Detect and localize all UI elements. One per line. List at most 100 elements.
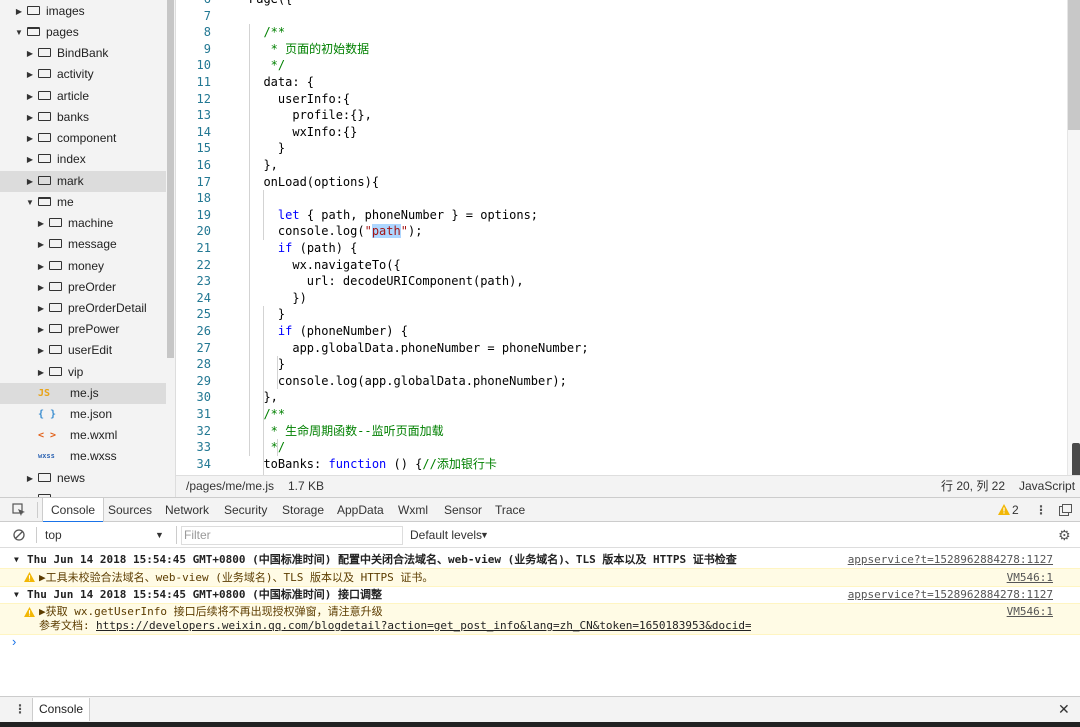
code-line[interactable]: userInfo:{ <box>249 91 350 108</box>
tab-wxml[interactable]: Wxml <box>398 498 428 522</box>
code-line[interactable]: console.log("path"); <box>249 223 422 240</box>
tab-security[interactable]: Security <box>224 498 267 522</box>
cursor-position[interactable]: 行 20, 列 22 <box>941 476 1005 497</box>
chevron-right-icon[interactable]: ▶ <box>36 298 46 319</box>
code-editor[interactable]: 6 Page({7 8 /** 9 * 页面的初始数据 10 */ 11 data: {1… <box>176 0 1080 475</box>
tab-appdata[interactable]: AppData <box>337 498 384 522</box>
tree-file[interactable]: < > me.wxml <box>0 425 166 446</box>
tab-trace[interactable]: Trace <box>495 498 525 522</box>
console-source-link[interactable]: VM546:1 <box>1007 604 1053 619</box>
tab-storage[interactable]: Storage <box>282 498 324 522</box>
tree-folder[interactable]: ▶ index <box>0 149 166 170</box>
tree-folder[interactable]: ▶ prePower <box>0 319 166 340</box>
tree-file[interactable]: JS me.js <box>0 383 166 404</box>
tree-folder[interactable]: ▶ images <box>0 1 166 22</box>
tree-folder[interactable]: ▶ vip <box>0 362 166 383</box>
console-source-link[interactable]: appservice?t=1528962884278:1127 <box>848 586 1053 603</box>
console-source-link[interactable]: appservice?t=1528962884278:1127 <box>848 551 1053 568</box>
log-levels-dropdown[interactable]: Default levels <box>410 522 482 548</box>
reference-doc-link[interactable]: https://developers.weixin.qq.com/blogdet… <box>96 618 751 633</box>
log-levels-dropdown-icon[interactable]: ▼ <box>480 522 489 548</box>
tree-folder[interactable]: ▶ userEdit <box>0 340 166 361</box>
warning-icon[interactable] <box>998 504 1010 515</box>
drawer-menu-icon[interactable]: ⋮ <box>14 697 26 722</box>
code-line[interactable]: }) <box>249 290 306 307</box>
console-group-header[interactable]: ▼ Thu Jun 14 2018 15:54:45 GMT+0800 (中国标… <box>0 586 1080 604</box>
code-line[interactable]: let { path, phoneNumber } = options; <box>249 207 538 224</box>
code-line[interactable]: Page({ <box>249 0 292 8</box>
code-line[interactable]: */ <box>249 57 285 74</box>
editor-scroll-thumb[interactable] <box>1068 0 1080 130</box>
tree-folder[interactable]: ▶ mark <box>0 171 166 192</box>
chevron-right-icon[interactable]: ▶ <box>36 256 46 277</box>
code-line[interactable]: onLoad(options){ <box>249 174 379 191</box>
chevron-right-icon[interactable]: ▶ <box>25 149 35 170</box>
chevron-right-icon[interactable]: ▶ <box>25 468 35 489</box>
chevron-right-icon[interactable]: ▶ <box>25 43 35 64</box>
filter-input[interactable]: Filter <box>181 526 403 545</box>
close-drawer-icon[interactable]: ✕ <box>1058 697 1070 722</box>
context-selector[interactable]: top <box>45 522 62 548</box>
chevron-right-icon[interactable]: ▶ <box>14 1 24 22</box>
code-line[interactable]: } <box>249 356 285 373</box>
chevron-right-icon[interactable]: ▶ <box>25 128 35 149</box>
tree-folder[interactable]: ▶ machine <box>0 213 166 234</box>
code-line[interactable]: * 页面的初始数据 <box>249 41 369 58</box>
tab-sensor[interactable]: Sensor <box>444 498 482 522</box>
tree-folder[interactable]: ▶ news <box>0 468 166 489</box>
code-line[interactable]: } <box>249 140 285 157</box>
file-tree-scroll-thumb[interactable] <box>167 0 174 358</box>
inspect-element-icon[interactable] <box>12 503 26 517</box>
tree-folder[interactable]: ▶ message <box>0 234 166 255</box>
chevron-right-icon[interactable]: ▶ <box>36 277 46 298</box>
code-line[interactable]: if (path) { <box>249 240 358 257</box>
chevron-right-icon[interactable]: ▶ <box>25 171 35 192</box>
chevron-right-icon[interactable]: ▶ <box>25 86 35 107</box>
tree-folder[interactable]: ▶ activity <box>0 64 166 85</box>
tab-console[interactable]: Console <box>42 498 105 523</box>
chevron-right-icon[interactable]: ▶ <box>36 319 46 340</box>
code-line[interactable]: */ <box>249 439 285 456</box>
context-dropdown-icon[interactable]: ▼ <box>155 522 164 548</box>
code-line[interactable]: profile:{}, <box>249 107 371 124</box>
chevron-right-icon[interactable]: ▶ <box>36 340 46 361</box>
group-expanded-icon[interactable]: ▼ <box>14 586 19 603</box>
editor-scrollbar[interactable] <box>1067 0 1080 475</box>
code-line[interactable]: app.globalData.phoneNumber = phoneNumber… <box>249 340 588 357</box>
code-line[interactable]: /** <box>249 406 285 423</box>
console-prompt[interactable]: › <box>12 634 16 649</box>
tree-folder[interactable]: ▶ preOrderDetail <box>0 298 166 319</box>
tree-folder[interactable]: ▶ component <box>0 128 166 149</box>
group-expanded-icon[interactable]: ▼ <box>14 551 19 568</box>
warning-count[interactable]: 2 <box>1012 498 1019 522</box>
console-output[interactable]: ▼ Thu Jun 14 2018 15:54:45 GMT+0800 (中国标… <box>0 548 1080 696</box>
tree-file[interactable]: wxss me.wxss <box>0 446 166 467</box>
code-line[interactable]: } <box>249 306 285 323</box>
code-line[interactable]: console.log(app.globalData.phoneNumber); <box>249 373 567 390</box>
code-line[interactable]: data: { <box>249 74 314 91</box>
code-line[interactable]: * 生命周期函数--监听页面加载 <box>249 423 444 440</box>
code-line[interactable]: if (phoneNumber) { <box>249 323 408 340</box>
chevron-right-icon[interactable]: ▶ <box>25 489 35 497</box>
tree-folder[interactable]: ▶ money <box>0 256 166 277</box>
console-warning[interactable]: ▶获取 wx.getUserInfo 接口后续将不再出现授权弹窗，请注意升级 参… <box>0 603 1080 635</box>
drawer-tab-console[interactable]: Console <box>32 698 91 721</box>
more-options-icon[interactable]: ⋮ <box>1035 498 1047 522</box>
console-settings-icon[interactable]: ⚙ <box>1058 522 1071 548</box>
code-line[interactable]: }, <box>249 389 277 406</box>
tree-folder[interactable]: ▶ <box>0 489 166 497</box>
console-source-link[interactable]: VM546:1 <box>1007 569 1053 586</box>
tab-network[interactable]: Network <box>165 498 209 522</box>
code-line[interactable]: }, <box>249 157 277 174</box>
tree-folder[interactable]: ▶ article <box>0 86 166 107</box>
code-line[interactable]: wxInfo:{} <box>249 124 357 141</box>
dock-side-icon[interactable] <box>1059 504 1072 516</box>
tab-sources[interactable]: Sources <box>108 498 152 522</box>
tree-file[interactable]: { } me.json <box>0 404 166 425</box>
tree-folder[interactable]: ▶ preOrder <box>0 277 166 298</box>
chevron-right-icon[interactable]: ▶ <box>25 107 35 128</box>
language-mode[interactable]: JavaScript <box>1019 476 1075 497</box>
console-warning[interactable]: ▶工具未校验合法域名、web-view (业务域名)、TLS 版本以及 HTTP… <box>0 568 1080 587</box>
clear-console-icon[interactable] <box>13 529 25 541</box>
file-tree-scrollbar[interactable] <box>166 0 176 497</box>
